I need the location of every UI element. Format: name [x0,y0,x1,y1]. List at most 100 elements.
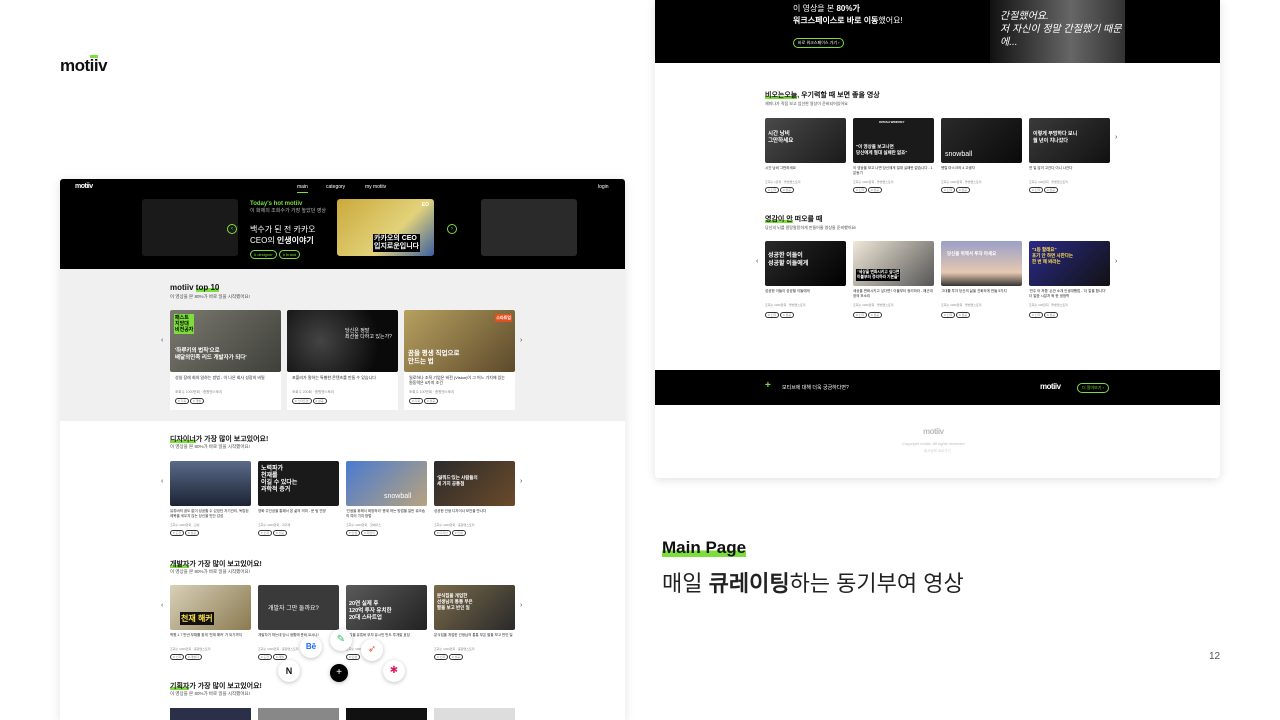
video-title[interactable]: 성공한 이들이 성공할 이들에게 [765,289,846,294]
video-card[interactable]: 패스트 지방대 비전공자 '하루키의 법칙'으로 배달의민족 리드 개발자가 되… [170,310,281,410]
video-thumbnail[interactable] [258,708,339,720]
video-thumbnail[interactable]: 노력파가 천재를 이길 수 있다는 과학적 증거 [258,461,339,506]
tag-list: # 기획 # 개발 [175,398,205,404]
nav-category[interactable]: category [326,184,345,190]
video-title[interactable]: 그대를 투자 당신의 삶을 진화하게 만들 5가지 [941,289,1022,294]
video-title[interactable]: 성실 장래 회의 일하는 방법 - 이 나은 회사 성장의 비밀 [175,375,275,380]
video-meta: 조회수 100만회 · 올뱃젠스토리 [1029,303,1068,307]
video-thumbnail[interactable]: 천재 해커 [170,585,251,630]
video-thumbnail[interactable]: 패스트 지방대 비전공자 '하루키의 법칙'으로 배달의민족 리드 개발자가 되… [170,310,281,372]
video-thumbnail[interactable]: OPRAH WINFREY "이 영상을 보고나면 당신에게 절대 실패란 없죠… [853,118,934,163]
hero-banner: motiiv main category my motiiv login ‹ T… [60,179,625,294]
about-motiiv-text: 모티브에 대해 더욱 궁금하다면? [782,385,849,391]
video-thumbnail[interactable]: 시간 낭비 그만하세요 [765,118,846,163]
rain-next-arrow[interactable]: › [1115,134,1117,141]
nav-my-motiiv[interactable]: my motiiv [365,184,386,190]
video-meta: 조회수 1000만회 · 종원엔스토리 [170,647,211,651]
video-thumbnail[interactable]: snowball [941,118,1022,163]
video-card[interactable]: 스타트업 꿈을 평생 직업으로 만드는 법 일로하나 조직 기업은 비전 (Vi… [404,310,515,410]
hero-text: Today's hot motiiv 이 화제의 조회수가 가장 높았던 영상 … [250,201,326,259]
about-motiiv-bar: + 모티브에 대해 더욱 궁금하다면? motiiv 더 알아보기 › [655,370,1220,405]
behance-icon[interactable]: Bē [300,636,322,658]
video-title[interactable]: 연 일 않이 고간다 이니 나간다 [1029,166,1110,171]
video-card[interactable]: 당신은 정말 최선을 다하고 있는가? 포볼러가 말하는 특별한 콘텐츠를 만들… [287,310,398,410]
tag-list: # 노력 # 성공 [941,187,971,193]
video-title[interactable]: 멘탈 마스크의 4 고생자 [941,166,1022,171]
video-title[interactable]: 성공한 인생 디자이너 보안을 만나다 [434,509,515,514]
hero-thumb[interactable]: 카카오의 CEO 입지로운입니다 EO [337,199,434,256]
video-meta: 조회수 1000만회 · 올뱃젠스토리 [941,303,982,307]
hero-next-card[interactable] [481,199,577,256]
video-title[interactable]: '인생을 위해서 희망하라' 층계 하는 방법을 일반 워크숍의 여러 가지 방… [346,509,427,519]
top10-title: motiiv top 10 [170,283,220,292]
video-thumbnail[interactable] [170,708,251,720]
inspiration-next-arrow[interactable]: › [1115,258,1117,265]
video-title[interactable]: 개발자가 하는데 당시 생활에 준비 오시나! [258,633,339,638]
video-title[interactable]: 학원 1.7 만년 부채를 찾게 '천재 해커' 가 되기까지 [170,633,251,638]
slide-description: 매일 큐레이팅하는 동기부여 영상 [662,571,964,596]
video-thumbnail[interactable]: 스타트업 꿈을 평생 직업으로 만드는 법 [404,310,515,372]
video-title[interactable]: 이 영상을 보고 나면 당신에게 절대 실패란 없습니다 - 1분동기 [853,166,934,176]
video-thumbnail[interactable]: 당신은 정말 최선을 다하고 있는가? [287,310,398,372]
plus-icon[interactable]: + [765,380,771,391]
video-title[interactable]: '연주 어 저쯤' 손안 소개 인생대빵법 - '더 말을 합니다' 더 말씀 … [1029,289,1110,299]
inspiration-section-title: 영감이 안 떠오를 때 [765,216,823,223]
hero-next-arrow[interactable]: › [447,224,457,234]
rain-section-title: 비오는오늘, 우기력할 때 보면 좋을 영상 [765,92,880,99]
main-page-mockup-bottom: 이 영상을 본 80%가 워크스페이스로 바로 이동했어요! 바로 워크스페이스… [655,0,1220,478]
tag-list: # 노력 # 신념 [258,530,288,536]
top10-next-arrow[interactable]: › [520,337,522,344]
nav-login[interactable]: login [598,184,609,190]
learn-more-button[interactable]: 더 알아보기 › [1077,383,1109,393]
video-thumbnail[interactable] [346,708,427,720]
video-thumbnail[interactable]: 당신을 위해서 투자 마세요 [941,241,1022,286]
video-thumbnail[interactable]: "세상을 변화시키고 싶다면 이불부터 정리하라 기본을" [853,241,934,286]
nav-logo[interactable]: motiiv [75,183,93,190]
main-page-mockup: motiiv main category my motiiv login ‹ T… [60,179,625,720]
go-workspace-button[interactable]: 바로 워크스페이스 가기 › [793,38,845,48]
video-title[interactable]: 보일을 유튜버 부자 유시민 반도 투개발 호딩 [346,633,427,638]
tag-list: # 기획 # 성공 [409,398,439,404]
swift-icon[interactable]: ➶ [361,639,383,661]
hero-dots [337,263,347,294]
video-title[interactable]: 포볼러가 말하는 특별한 콘텐츠를 만들 수 있습니다 [292,375,392,380]
video-meta: 조회수 100만회 · 올뱃젠스토리 [1029,180,1068,184]
inspiration-prev-arrow[interactable]: ‹ [756,258,758,265]
inspiration-section-subtitle: 당신의 뇌를 말랑말랑하게 만들어줄 영상들 준비했어요! [765,225,857,230]
tag-list: # 노력 # 성공 [765,312,795,318]
video-thumbnail[interactable]: "1등 할래요" 포기 안 하면 사한다는 한 번 해 봐라는 [1029,241,1110,286]
hero-prev-arrow[interactable]: ‹ [227,224,237,234]
video-meta: 조회수 100만회 · 종원엔스토리 [409,390,455,394]
video-title[interactable]: 세상을 변화시키고 싶다면? 이불부터 정리하라 - 해군대장의 조소리 [853,289,934,299]
banner-image: 간절했어요. 저 자신이 정말 간절했기 때문에... [990,0,1125,63]
video-thumbnail[interactable]: snowball [346,461,427,506]
developer-next-arrow[interactable]: › [520,602,522,609]
video-title[interactable]: 분식집을 개업한 선생님의 통통 부은 팔을 보고 반인 일 [434,633,515,638]
video-title[interactable]: 유튜버의 꿈도 없이 성공할 수 있었던 자기관리, 독립된 제목을 세우지 않… [170,509,251,519]
slide-label: Main Page [662,538,747,557]
video-title[interactable]: 시간 낭비 그만하세요 [765,166,846,171]
tag-list: # 노력 # 성공 [1029,187,1059,193]
tag-list: # 노력 # 성공 [941,312,971,318]
video-thumbnail[interactable] [170,461,251,506]
video-title[interactable]: 일로하나 조직 기업은 비전 (Vision)이 그 어느 가치에 있는 원동력… [409,375,509,385]
video-thumbnail[interactable]: 분식집을 개업한 선생님의 통통 부은 팔을 보고 반인 일 [434,585,515,630]
video-meta: 조회수 1000만회 · 올뱃젠스토리 [941,180,982,184]
top10-subtitle: 이 영상을 본 80%가 바로 일을 시작했어요! [170,294,250,299]
video-thumbnail[interactable]: 이렇게 부멍하다 보니 월 년이 지나갔다 [1029,118,1110,163]
developer-prev-arrow[interactable]: ‹ [161,602,163,609]
hero-prev-card[interactable] [142,199,238,256]
video-thumbnail[interactable]: 성공한 이들이 성공할 이들에게 [765,241,846,286]
video-thumbnail[interactable]: '잃뭐드'있는 사람들의 세 가지 공통점 [434,461,515,506]
designer-prev-arrow[interactable]: ‹ [161,478,163,485]
company-info-link[interactable]: 회사정보 바로가기 [924,449,951,454]
designer-next-arrow[interactable]: › [520,478,522,485]
video-thumbnail[interactable]: 20연 실제 후 120억 투자 유치한 20대 스타트업 [346,585,427,630]
video-title[interactable]: 영화 주인공을 통해서 본 삶의 의미 - 문 팀 연방 [258,509,339,514]
video-thumbnail[interactable] [434,708,515,720]
evernote-icon[interactable]: ✎ [330,629,352,651]
video-thumbnail[interactable]: 개발자 그만 둘까요? [258,585,339,630]
nav-main[interactable]: main [297,184,308,193]
top10-prev-arrow[interactable]: ‹ [161,337,163,344]
tag-list: # 노력 # 성공 [853,187,883,193]
